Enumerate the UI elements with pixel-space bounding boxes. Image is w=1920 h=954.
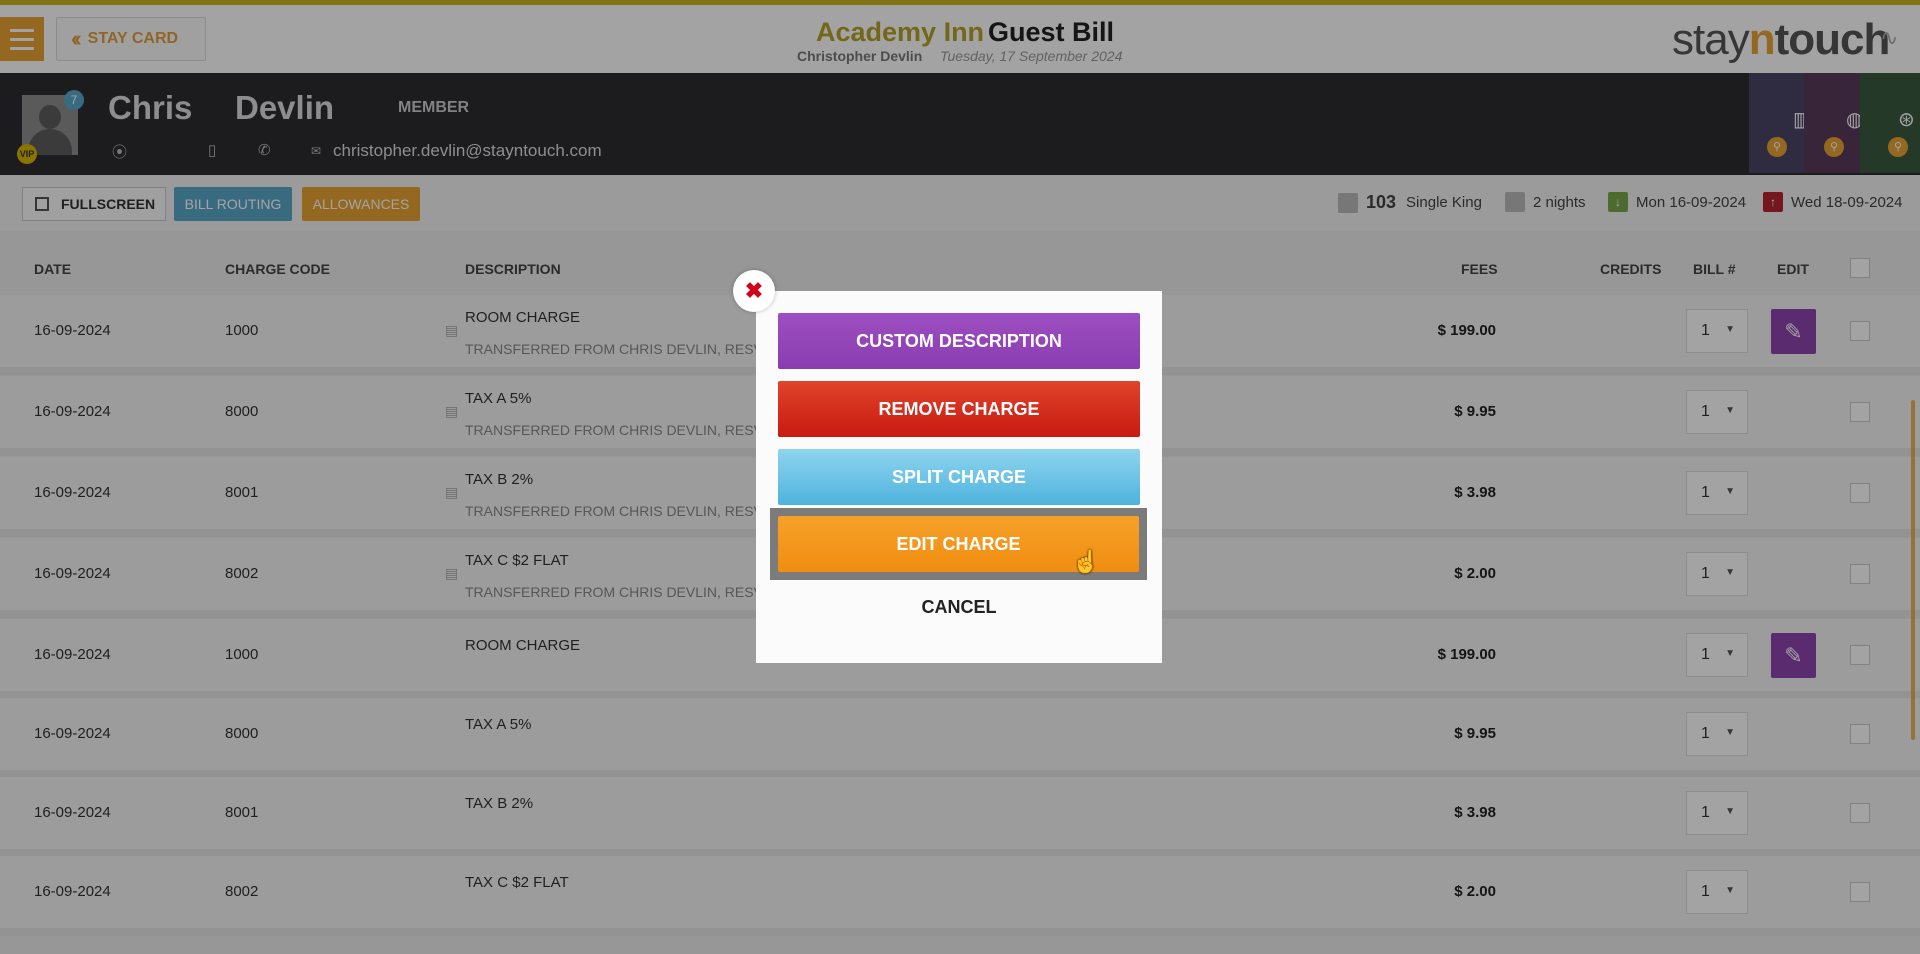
remove-charge-button[interactable]: REMOVE CHARGE [778, 381, 1140, 437]
split-charge-button[interactable]: SPLIT CHARGE [778, 449, 1140, 505]
custom-description-button[interactable]: CUSTOM DESCRIPTION [778, 313, 1140, 369]
hand-cursor-icon: ☝ [1072, 549, 1100, 574]
cancel-button[interactable]: CANCEL [756, 597, 1162, 618]
close-dialog-icon[interactable]: ✖ [733, 270, 775, 312]
